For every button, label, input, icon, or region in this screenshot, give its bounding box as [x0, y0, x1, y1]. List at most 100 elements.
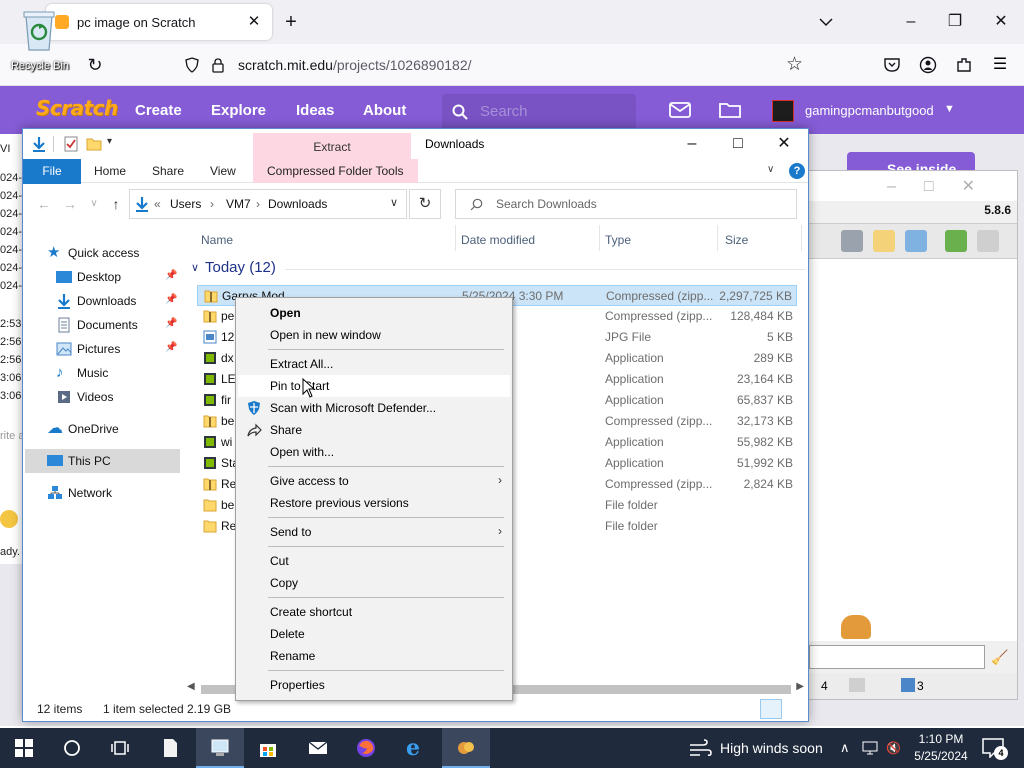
new-tab-button[interactable]: + — [280, 10, 302, 34]
sidebar-item-quick-access[interactable]: ★ Quick access — [23, 241, 181, 265]
sidebar-item-onedrive[interactable]: ☁ OneDrive — [23, 417, 181, 441]
breadcrumb-separator[interactable]: › — [210, 197, 214, 211]
menu-item-pin-to-start[interactable]: Pin to Start — [238, 375, 510, 397]
minimize-icon[interactable]: – — [896, 10, 926, 34]
menu-item-extract-all[interactable]: Extract All... — [238, 353, 510, 375]
url-bar[interactable]: scratch.mit.edu/projects/1026890182/ ☆ — [176, 48, 816, 82]
help-icon[interactable]: ? — [789, 163, 805, 179]
pocket-icon[interactable] — [883, 56, 901, 74]
chat-input[interactable] — [809, 645, 985, 669]
menu-icon[interactable]: ☰ — [991, 56, 1009, 74]
chevron-up-icon[interactable]: ∧ — [840, 740, 856, 756]
column-divider[interactable] — [717, 225, 718, 251]
taskbar-mail[interactable] — [294, 728, 342, 768]
chevron-down-icon[interactable]: ▼ — [944, 103, 955, 115]
messages-icon[interactable] — [669, 100, 691, 120]
search-input[interactable]: Search Downloads — [455, 189, 797, 219]
properties-icon[interactable] — [63, 136, 79, 152]
taskbar-internet-explorer[interactable]: e — [392, 728, 440, 768]
search-button[interactable] — [48, 728, 96, 768]
tools-icon[interactable] — [905, 230, 927, 252]
download-arrow-icon[interactable] — [31, 136, 47, 152]
menu-item-open-with[interactable]: Open with... — [238, 441, 510, 463]
wind-icon[interactable] — [688, 739, 712, 757]
qat-dropdown-icon[interactable]: ▾ — [107, 136, 123, 152]
sidebar-item-documents[interactable]: Documents 📌 — [23, 313, 181, 337]
up-arrow-icon[interactable]: ↑ — [107, 196, 125, 212]
clock-date[interactable]: 5/25/2024 — [908, 749, 974, 763]
pin-icon[interactable]: 📌 — [165, 294, 177, 305]
address-bar[interactable]: « Users › VM7 › Downloads ∨ — [129, 189, 407, 219]
menu-item-create-shortcut[interactable]: Create shortcut — [238, 601, 510, 623]
bookmark-star-icon[interactable]: ☆ — [786, 53, 803, 76]
breadcrumb-separator[interactable]: › — [256, 197, 260, 211]
scroll-left-icon[interactable]: ◀ — [187, 681, 195, 692]
menu-item-properties[interactable]: Properties — [238, 674, 510, 696]
tab-close-icon[interactable]: ✕ — [244, 12, 264, 32]
users-icon[interactable] — [945, 230, 967, 252]
broom-icon[interactable]: 🧹 — [991, 649, 1008, 666]
menu-item-delete[interactable]: Delete — [238, 623, 510, 645]
sidebar-item-pictures[interactable]: Pictures 📌 — [23, 337, 181, 361]
reload-icon[interactable]: ↻ — [84, 54, 106, 76]
menu-item-share[interactable]: Share — [238, 419, 510, 441]
extensions-icon[interactable] — [955, 56, 973, 74]
maximize-icon[interactable]: □ — [715, 131, 761, 157]
large-icons-view-icon[interactable] — [784, 699, 806, 719]
menu-item-copy[interactable]: Copy — [238, 572, 510, 594]
breadcrumb-downloads[interactable]: Downloads — [268, 197, 327, 211]
taskbar-chat-app[interactable] — [442, 728, 490, 768]
weather-text[interactable]: High winds soon — [720, 740, 823, 756]
scratch-username[interactable]: gamingpcmanbutgood — [805, 103, 934, 118]
network-icon[interactable] — [862, 740, 878, 756]
start-button[interactable] — [0, 728, 48, 768]
nav-about[interactable]: About — [363, 102, 406, 119]
scroll-right-icon[interactable]: ▶ — [796, 681, 804, 692]
tab-home[interactable]: Home — [94, 164, 126, 178]
menu-item-scan-with-microsoft-defender[interactable]: Scan with Microsoft Defender... — [238, 397, 510, 419]
breadcrumb-users[interactable]: Users — [170, 197, 201, 211]
sidebar-item-downloads[interactable]: Downloads 📌 — [23, 289, 181, 313]
sidebar-item-network[interactable]: Network — [23, 481, 181, 505]
sidebar-item-music[interactable]: ♪ Music — [23, 361, 181, 385]
browser-tab[interactable]: pc image on Scratch ✕ — [46, 4, 272, 40]
tab-compressed-folder-tools[interactable]: Compressed Folder Tools — [253, 159, 418, 183]
chevron-down-icon[interactable]: ∨ — [191, 261, 199, 274]
my-stuff-folder-icon[interactable] — [719, 100, 741, 120]
column-divider[interactable] — [455, 225, 456, 251]
scratch-logo[interactable]: Scratch — [36, 96, 118, 120]
column-name[interactable]: Name — [201, 233, 233, 247]
task-view-button[interactable] — [96, 728, 144, 768]
close-window-icon[interactable]: ✕ — [986, 10, 1016, 34]
menu-item-cut[interactable]: Cut — [238, 550, 510, 572]
nav-ideas[interactable]: Ideas — [296, 102, 334, 119]
menu-item-restore-previous-versions[interactable]: Restore previous versions — [238, 492, 510, 514]
nav-explore[interactable]: Explore — [211, 102, 266, 119]
chevron-down-icon[interactable]: ∨ — [390, 196, 398, 209]
taskbar-store[interactable] — [244, 728, 292, 768]
account-icon[interactable] — [919, 56, 937, 74]
taskbar-firefox[interactable] — [342, 728, 390, 768]
chevron-down-icon[interactable]: ∨ — [767, 164, 774, 175]
menu-item-open-in-new-window[interactable]: Open in new window — [238, 324, 510, 346]
volume-muted-icon[interactable]: 🔇 — [886, 740, 902, 756]
recent-locations-icon[interactable]: ∨ — [85, 196, 103, 212]
column-divider[interactable] — [801, 225, 802, 251]
trash-icon[interactable] — [977, 230, 999, 252]
minimize-icon[interactable]: – — [669, 131, 715, 157]
edit-icon[interactable] — [873, 230, 895, 252]
column-date-modified[interactable]: Date modified — [461, 233, 535, 247]
menu-item-send-to[interactable]: Send to › — [238, 521, 510, 543]
forward-arrow-icon[interactable]: → — [61, 196, 79, 212]
nav-create[interactable]: Create — [135, 102, 182, 119]
taskbar-notepad[interactable] — [146, 728, 194, 768]
lock-icon[interactable] — [210, 57, 226, 73]
details-view-icon[interactable] — [760, 699, 782, 719]
pin-icon[interactable]: 📌 — [165, 342, 177, 353]
menu-item-rename[interactable]: Rename — [238, 645, 510, 667]
pin-icon[interactable]: 📌 — [165, 270, 177, 281]
column-type[interactable]: Type — [605, 233, 631, 247]
recycle-bin[interactable]: Recycle Bin — [4, 8, 76, 78]
chevron-down-icon[interactable] — [816, 12, 836, 32]
pin-icon[interactable]: 📌 — [165, 318, 177, 329]
